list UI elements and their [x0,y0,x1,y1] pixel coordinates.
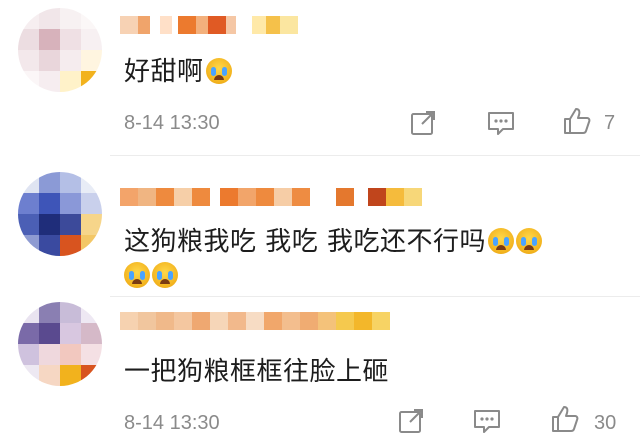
crying-emoji-icon [205,58,232,84]
comment-text: 一把狗粮框框往脸上砸 [124,356,389,388]
comment-text: 好甜啊 [124,56,232,88]
divider [110,155,640,156]
username-pixelated[interactable] [120,186,422,208]
username-pixelated[interactable] [120,310,390,332]
share-icon[interactable] [396,406,426,436]
comment-text-label: 好甜啊 [124,57,204,87]
comment-icon[interactable] [486,108,516,138]
comment-text-continued [124,260,178,292]
crying-emoji-icon [488,228,515,254]
like-count: 30 [594,412,617,434]
comment-icon[interactable] [472,406,502,436]
thumbs-up-icon[interactable] [550,404,580,434]
comment-text: 这狗粮我吃 我吃 我吃还不行吗 [124,226,543,258]
avatar[interactable] [18,8,102,92]
comment-text-label: 一把狗粮框框往脸上砸 [124,357,390,387]
crying-emoji-icon [152,262,178,288]
like-count: 7 [604,112,616,134]
avatar[interactable] [18,172,102,256]
comment-time: 8-14 13:30 [124,412,220,434]
comment-text-label: 这狗粮我吃 我吃 我吃还不行吗 [124,227,487,257]
crying-emoji-icon [516,228,543,254]
avatar[interactable] [18,302,102,386]
username-pixelated[interactable] [120,14,298,36]
share-icon[interactable] [408,108,438,138]
thumbs-up-icon[interactable] [562,106,592,136]
comment-time: 8-14 13:30 [124,112,220,134]
crying-emoji-icon [124,262,150,288]
divider [110,296,640,297]
